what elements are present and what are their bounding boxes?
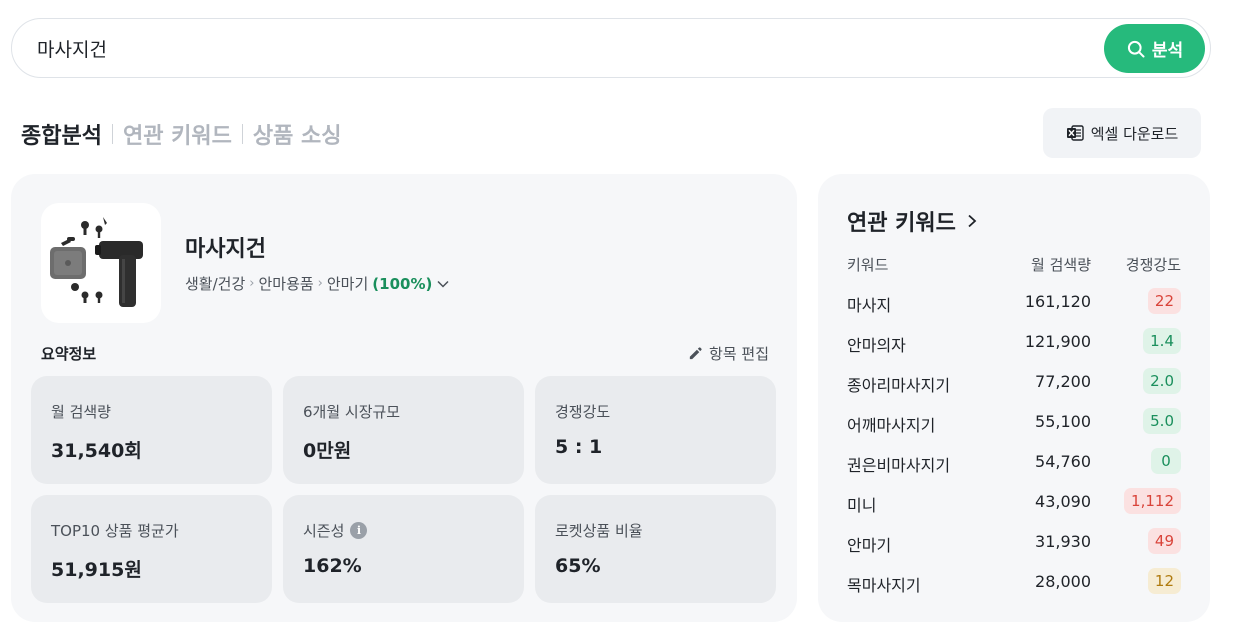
keyword-cell: 종아리마사지기 xyxy=(847,376,951,395)
keyword-cell: 미니 xyxy=(847,496,877,515)
table-row[interactable]: 안마기 31,930 49 xyxy=(847,528,1181,555)
excel-icon xyxy=(1066,125,1084,141)
table-row[interactable]: 종아리마사지기 77,200 2.0 xyxy=(847,368,1181,395)
chevron-down-icon[interactable] xyxy=(436,277,450,291)
table-row[interactable]: 권은비마사지기 54,760 0 xyxy=(847,448,1181,475)
analyze-button-label: 분석 xyxy=(1151,41,1184,61)
competition-badge: 2.0 xyxy=(1143,368,1181,394)
product-thumbnail xyxy=(41,203,161,323)
table-row[interactable]: 어깨마사지기 55,100 5.0 xyxy=(847,408,1181,435)
excel-download-button[interactable]: 엑셀 다운로드 xyxy=(1043,108,1201,158)
massage-gun-image xyxy=(50,217,143,307)
metric-label: 경쟁강도 xyxy=(555,403,611,421)
volume-cell: 77,200 xyxy=(1035,372,1091,391)
product-title: 마사지건 xyxy=(185,237,266,262)
tab-divider xyxy=(111,124,113,144)
keyword-cell: 어깨마사지기 xyxy=(847,416,936,435)
metric-card-top10-avg-price: TOP10 상품 평균가 51,915원 xyxy=(31,495,272,603)
search-bar: 분석 xyxy=(11,18,1211,78)
volume-cell: 161,120 xyxy=(1024,292,1091,311)
metric-label: 시즌성 xyxy=(303,522,345,540)
metric-value: 65% xyxy=(555,555,601,577)
category-breadcrumb: 생활/건강 › 안마용품 › 안마기 (100%) xyxy=(185,273,450,294)
breadcrumb-item[interactable]: 안마기 xyxy=(327,273,368,294)
keyword-cell: 권은비마사지기 xyxy=(847,456,951,475)
metric-label: 6개월 시장규모 xyxy=(303,403,401,421)
competition-badge: 22 xyxy=(1147,288,1181,314)
table-row[interactable]: 목마사지기 28,000 12 xyxy=(847,568,1181,595)
metric-card-monthly-search: 월 검색량 31,540회 xyxy=(31,376,272,484)
header-keyword: 키워드 xyxy=(847,256,889,274)
keyword-cell: 안마기 xyxy=(847,536,892,555)
metric-value: 162% xyxy=(303,555,362,577)
volume-cell: 54,760 xyxy=(1035,452,1091,471)
competition-badge: 12 xyxy=(1147,568,1181,594)
tab-related-keywords[interactable]: 연관 키워드 xyxy=(123,118,232,150)
volume-cell: 55,100 xyxy=(1035,412,1091,431)
table-row[interactable]: 미니 43,090 1,112 xyxy=(847,488,1181,515)
metric-label: 월 검색량 xyxy=(51,403,111,421)
info-icon[interactable]: i xyxy=(350,522,368,539)
metric-value: 5 : 1 xyxy=(555,436,603,458)
related-keywords-panel: 연관 키워드 키워드 월 검색량 경쟁강도 마사지 161,120 22 안마의… xyxy=(818,174,1210,622)
metric-card-competition: 경쟁강도 5 : 1 xyxy=(535,376,776,484)
metric-value: 51,915원 xyxy=(51,559,142,581)
metric-label-row: 시즌성 i xyxy=(303,520,368,541)
metric-card-seasonality: 시즌성 i 162% xyxy=(283,495,524,603)
keyword-cell: 안마의자 xyxy=(847,336,906,355)
keyword-cell: 마사지 xyxy=(847,296,892,315)
volume-cell: 43,090 xyxy=(1035,492,1091,511)
tab-product-sourcing[interactable]: 상품 소싱 xyxy=(253,118,342,150)
category-percent: (100%) xyxy=(372,274,433,293)
competition-badge: 0 xyxy=(1151,448,1181,474)
table-header: 키워드 월 검색량 경쟁강도 xyxy=(847,254,1181,274)
main-tabs: 종합분석 연관 키워드 상품 소싱 xyxy=(21,118,341,150)
competition-badge: 1.4 xyxy=(1143,328,1181,354)
breadcrumb-item[interactable]: 생활/건강 xyxy=(185,273,245,294)
competition-badge: 49 xyxy=(1147,528,1181,554)
edit-items-button[interactable]: 항목 편집 xyxy=(687,343,769,364)
related-keywords-title-link[interactable]: 연관 키워드 xyxy=(847,205,980,237)
volume-cell: 28,000 xyxy=(1035,572,1091,591)
summary-label: 요약정보 xyxy=(41,345,97,363)
pencil-icon xyxy=(689,347,702,360)
search-icon xyxy=(1127,40,1145,57)
metric-value: 0만원 xyxy=(303,440,352,462)
volume-cell: 31,930 xyxy=(1035,532,1091,551)
table-row[interactable]: 안마의자 121,900 1.4 xyxy=(847,328,1181,355)
breadcrumb-item[interactable]: 안마용품 xyxy=(258,273,313,294)
tab-divider xyxy=(241,124,243,144)
competition-badge: 1,112 xyxy=(1124,488,1181,514)
keyword-cell: 목마사지기 xyxy=(847,576,921,595)
search-input[interactable] xyxy=(37,33,937,63)
chevron-right-icon xyxy=(968,214,977,228)
competition-badge: 5.0 xyxy=(1143,408,1181,434)
header-volume: 월 검색량 xyxy=(1031,256,1091,274)
related-keywords-title: 연관 키워드 xyxy=(847,211,956,236)
chevron-right-icon: › xyxy=(249,276,255,291)
overview-panel: 마사지건 생활/건강 › 안마용품 › 안마기 (100%) 요약정보 항목 편… xyxy=(11,174,797,622)
tab-overview[interactable]: 종합분석 xyxy=(21,118,102,150)
chevron-right-icon: › xyxy=(317,276,323,291)
metric-label: TOP10 상품 평균가 xyxy=(51,522,179,540)
edit-items-label: 항목 편집 xyxy=(709,345,769,363)
metric-label: 로켓상품 비율 xyxy=(555,522,643,540)
volume-cell: 121,900 xyxy=(1024,332,1091,351)
table-row[interactable]: 마사지 161,120 22 xyxy=(847,288,1181,315)
analyze-button[interactable]: 분석 xyxy=(1104,24,1205,73)
metric-value: 31,540회 xyxy=(51,440,142,462)
metric-card-rocket-ratio: 로켓상품 비율 65% xyxy=(535,495,776,603)
header-competition: 경쟁강도 xyxy=(1125,256,1181,274)
excel-download-label: 엑셀 다운로드 xyxy=(1090,124,1179,143)
metric-card-market-size: 6개월 시장규모 0만원 xyxy=(283,376,524,484)
